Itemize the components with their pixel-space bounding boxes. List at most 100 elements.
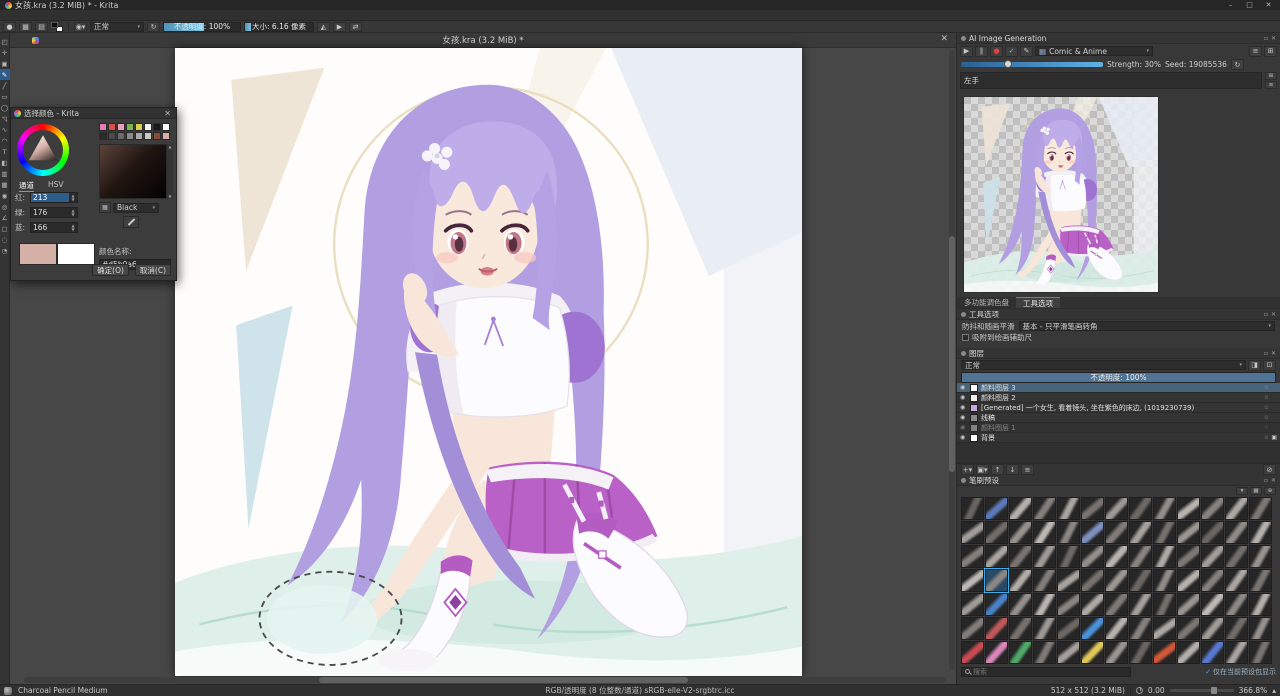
brush-preset-thumbnail[interactable]: [1153, 569, 1176, 592]
brush-preset-thumbnail[interactable]: [1129, 497, 1152, 520]
measure-tool[interactable]: ∠: [0, 212, 10, 223]
channel-spinbox[interactable]: 166 ▲▼: [30, 222, 78, 233]
delete-layer-button[interactable]: ⊘: [1263, 464, 1276, 475]
gradient-tool[interactable]: ▥: [0, 168, 10, 179]
brush-preset-thumbnail[interactable]: [1129, 569, 1152, 592]
brush-preset-thumbnail[interactable]: [1009, 521, 1032, 544]
spinbox-arrows-icon[interactable]: ▲▼: [69, 223, 77, 232]
duplicate-layer-button[interactable]: ▣▾: [976, 464, 989, 475]
brush-preset-thumbnail[interactable]: [1177, 593, 1200, 616]
docker-close-icon[interactable]: ✕: [1271, 477, 1276, 484]
palette-swatch[interactable]: [108, 132, 116, 140]
palette-swatch[interactable]: [99, 132, 107, 140]
layer-visibility-icon[interactable]: ◉: [960, 414, 967, 421]
palette-swatch[interactable]: [117, 132, 125, 140]
brush-preset-thumbnail[interactable]: [1201, 497, 1224, 520]
brush-preset-thumbnail[interactable]: [1057, 641, 1080, 664]
brush-preset-thumbnail[interactable]: [1177, 497, 1200, 520]
menu-item[interactable]: [42, 10, 52, 21]
layer-view-button[interactable]: ⊡: [1263, 360, 1276, 371]
brush-preset-thumbnail[interactable]: [985, 617, 1008, 640]
brush-preset-thumbnail[interactable]: [1177, 617, 1200, 640]
brush-preset-thumbnail[interactable]: [961, 521, 984, 544]
ok-button[interactable]: 确定(O): [92, 264, 129, 276]
layer-opacity-slider[interactable]: 不透明度: 100%: [961, 372, 1276, 383]
menu-item[interactable]: [32, 10, 42, 21]
shade-selector[interactable]: ▲▼: [99, 144, 173, 199]
crop-tool[interactable]: ▣: [0, 58, 10, 69]
brush-preset-thumbnail[interactable]: [1225, 593, 1248, 616]
docker-tab[interactable]: 多功能调色盘: [957, 297, 1016, 308]
brush-preset-thumbnail[interactable]: [1009, 593, 1032, 616]
brush-preset-thumbnail[interactable]: [985, 593, 1008, 616]
menu-item[interactable]: [22, 10, 32, 21]
docker-close-icon[interactable]: ✕: [1271, 35, 1276, 42]
brush-preset-thumbnail[interactable]: [1033, 521, 1056, 544]
brush-preset-thumbnail[interactable]: [1009, 497, 1032, 520]
maximize-button[interactable]: □: [1240, 0, 1259, 10]
brush-preset-thumbnail[interactable]: [1225, 617, 1248, 640]
layer-row[interactable]: ◉ 背景 α ▣: [957, 433, 1280, 443]
brush-import-button[interactable]: ⊕: [1264, 487, 1276, 495]
color-sampler-tool[interactable]: ◉: [0, 190, 10, 201]
move-layer-up-button[interactable]: ↑: [991, 464, 1004, 475]
line-tool[interactable]: ╱: [0, 80, 10, 91]
eraser-toggle-button[interactable]: ▶: [333, 22, 346, 32]
dialog-title-bar[interactable]: 选择颜色 - Krita ✕: [11, 108, 176, 119]
brush-preset-thumbnail[interactable]: [1105, 593, 1128, 616]
brush-preset-thumbnail[interactable]: [1153, 521, 1176, 544]
brush-preset-thumbnail[interactable]: [1057, 521, 1080, 544]
menu-item[interactable]: [82, 10, 92, 21]
menu-item[interactable]: [52, 10, 62, 21]
palette-swatch[interactable]: [162, 123, 170, 131]
docker-float-icon[interactable]: ▫: [1264, 350, 1268, 357]
brush-preset-thumbnail[interactable]: [1129, 617, 1152, 640]
brush-preset-thumbnail[interactable]: [1105, 521, 1128, 544]
brush-preset-thumbnail[interactable]: [1153, 497, 1176, 520]
brush-preset-thumbnail[interactable]: [1105, 641, 1128, 664]
layer-properties-button[interactable]: ≡: [1021, 464, 1034, 475]
brush-preset-thumbnail[interactable]: [1249, 617, 1272, 640]
brush-preset-thumbnail[interactable]: [985, 521, 1008, 544]
brush-size-slider[interactable]: 大小: 6.16 像素: [244, 22, 314, 32]
brush-preset-thumbnail[interactable]: [1153, 641, 1176, 664]
hue-wheel[interactable]: [17, 124, 69, 176]
menu-item[interactable]: [2, 10, 12, 21]
ai-pause-button[interactable]: ∥: [975, 46, 988, 57]
docker-float-icon[interactable]: ▫: [1264, 477, 1268, 484]
current-bundle-filter[interactable]: ✓ 仅在当前预设包显示: [1205, 667, 1276, 677]
menu-item[interactable]: [92, 10, 102, 21]
brush-preset-thumbnail[interactable]: [1009, 617, 1032, 640]
layer-visibility-icon[interactable]: ◉: [960, 404, 967, 411]
zoom-mode-icon[interactable]: ▴: [1272, 686, 1276, 695]
brush-preset-thumbnail[interactable]: [1033, 593, 1056, 616]
brush-preset-thumbnail[interactable]: [1249, 593, 1272, 616]
palette-swatch[interactable]: [117, 123, 125, 131]
canvas-area[interactable]: 女孩.kra (3.2 MiB) * ✕ 选择颜色 - Krita: [10, 33, 956, 684]
layer-lock-icon[interactable]: ▣: [1271, 434, 1277, 441]
brush-preset-thumbnail[interactable]: [1153, 617, 1176, 640]
close-button[interactable]: ✕: [1259, 0, 1278, 10]
ellipse-select-tool[interactable]: ◌: [0, 234, 10, 245]
palette-swatch[interactable]: [126, 132, 134, 140]
mirror-toggle-button[interactable]: ⇄: [349, 22, 362, 32]
brush-preset-thumbnail[interactable]: [1129, 641, 1152, 664]
rectangular-select-tool[interactable]: ▢: [0, 223, 10, 234]
palette-swatch[interactable]: [135, 123, 143, 131]
brush-tip-icon[interactable]: ●: [3, 22, 16, 32]
stabilizer-mode-combo[interactable]: 基本 - 只平滑笔画转角▾: [1019, 321, 1276, 331]
ai-region-button[interactable]: ⊞: [1265, 72, 1277, 80]
brush-preset-thumbnail[interactable]: [1129, 521, 1152, 544]
brush-preset-thumbnail[interactable]: [985, 641, 1008, 664]
tab-channels[interactable]: 通道: [19, 180, 34, 192]
brush-preset-thumbnail[interactable]: [1033, 617, 1056, 640]
brush-tag-combo[interactable]: ▾: [1236, 487, 1248, 495]
layer-filter-button[interactable]: ◨: [1248, 360, 1261, 371]
pattern-tool[interactable]: ▦: [0, 179, 10, 190]
layer-blend-mode-combo[interactable]: 正常▾: [961, 360, 1246, 370]
layer-row[interactable]: ◉ 颜料图层 2 α ▣: [957, 393, 1280, 403]
layer-visibility-icon[interactable]: ◉: [960, 384, 967, 391]
palette-swatch[interactable]: [153, 132, 161, 140]
cancel-button[interactable]: 取消(C): [135, 264, 171, 276]
docker-close-icon[interactable]: ✕: [1271, 311, 1276, 318]
